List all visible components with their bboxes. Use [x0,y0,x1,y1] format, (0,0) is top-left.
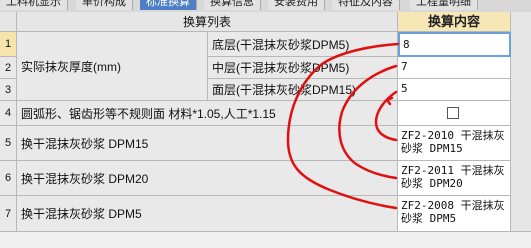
irregular-surface-checkbox[interactable] [447,107,459,119]
group-label-plaster-thickness: 实际抹灰厚度(mm) [17,32,208,101]
tab-unit-price[interactable]: 单价构成 [76,0,133,10]
conversion-list-header: 换算列表 [17,12,398,32]
row-header-corner [0,12,17,32]
sub-label-surface-layer: 面层(干混抹灰砂浆DPM15) [208,79,398,101]
row-number[interactable]: 1 [0,32,17,57]
row-number[interactable]: 6 [0,161,17,196]
row-number[interactable]: 3 [0,79,17,101]
label-replace-dpm15: 换干混抹灰砂浆 DPM15 [17,126,398,161]
label-irregular-surface: 圆弧形、锯齿形等不规则面 材料*1.05,人工*1.15 [17,101,398,126]
conversion-content-header: 换算内容 [398,12,511,32]
right-edge-strip [511,12,531,232]
checkbox-cell [398,101,511,126]
row-number[interactable]: 5 [0,126,17,161]
tab-install-fee[interactable]: 安装费用 [268,0,325,10]
value-replace-dpm20[interactable]: ZF2-2011 干混抹灰砂浆 DPM20 [398,161,511,196]
tab-quantity-detail[interactable]: 工程量明细 [410,0,478,10]
tab-features[interactable]: 特征及内容 [332,0,400,10]
value-replace-dpm15[interactable]: ZF2-2010 干混抹灰砂浆 DPM15 [398,126,511,161]
value-replace-dpm5[interactable]: ZF2-2008 干混抹灰砂浆 DPM5 [398,196,511,232]
row-number[interactable]: 4 [0,101,17,126]
value-input-surface-layer[interactable]: 5 [398,79,511,101]
sub-label-middle-layer: 中层(干混抹灰砂浆DPM5) [208,57,398,79]
row-number[interactable]: 2 [0,57,17,79]
value-input-middle-layer[interactable]: 7 [398,57,511,79]
sub-label-base-layer: 底层(干混抹灰砂浆DPM5) [208,32,398,57]
value-input-base-layer[interactable]: 8 [398,32,511,57]
row-number[interactable]: 7 [0,196,17,232]
tab-conversion-info[interactable]: 换算信息 [204,0,261,10]
label-replace-dpm20: 换干混抹灰砂浆 DPM20 [17,161,398,196]
tab-standard-conversion[interactable]: 标准换算 [140,0,197,10]
label-replace-dpm5: 换干混抹灰砂浆 DPM5 [17,196,398,232]
tab-labor-material[interactable]: 工料机显示 [0,0,68,10]
